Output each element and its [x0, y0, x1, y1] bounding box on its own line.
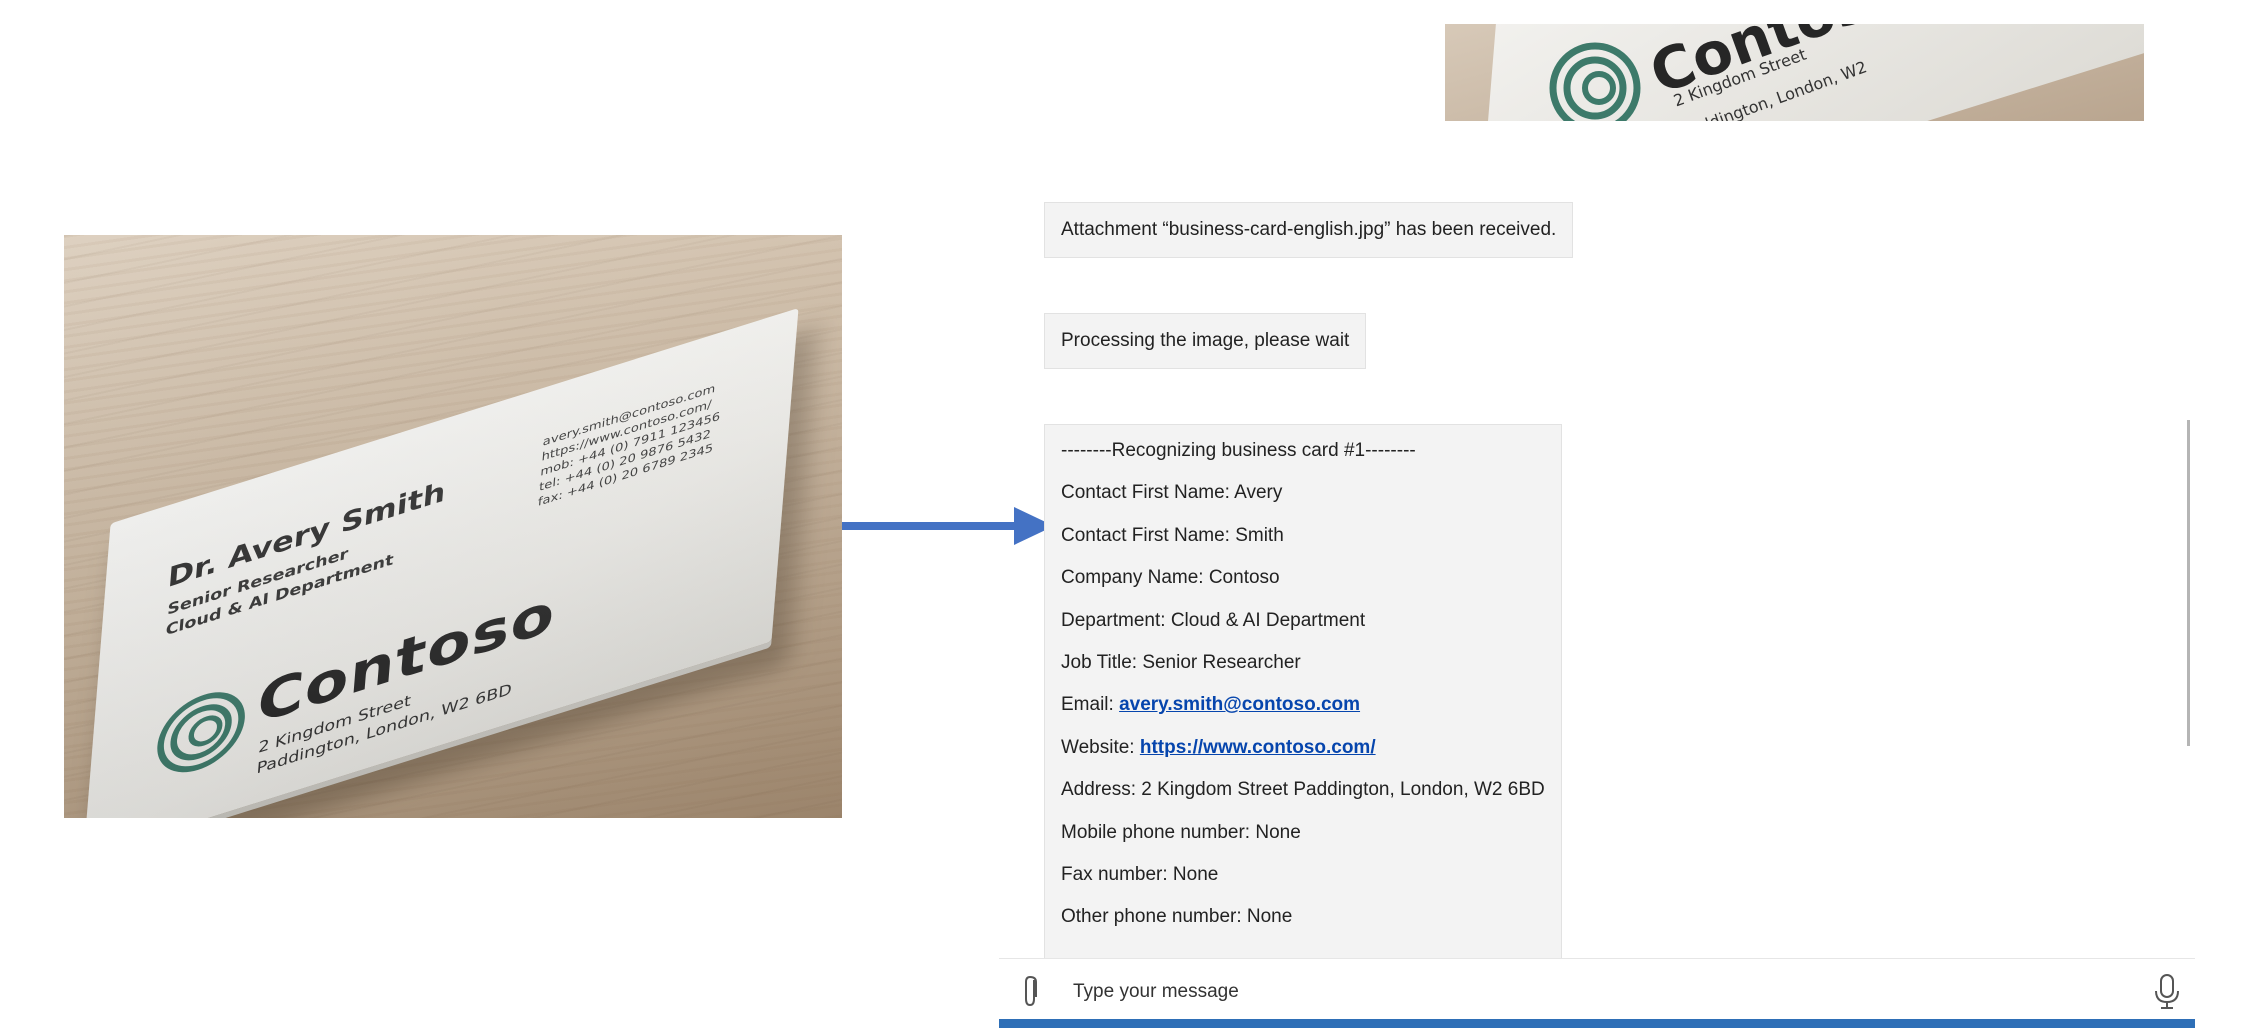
- result-mobile: Mobile phone number: None: [1061, 821, 1301, 843]
- result-first-name: Contact First Name: Avery: [1061, 482, 1283, 504]
- result-other-phone: Other phone number: None: [1061, 906, 1293, 928]
- paperclip-icon[interactable]: [1011, 971, 1051, 1011]
- result-email-label: Email:: [1061, 694, 1120, 716]
- message-input[interactable]: [1071, 971, 2075, 1013]
- result-company: Company Name: Contoso: [1061, 567, 1280, 589]
- business-card: Dr. Avery Smith Senior Researcher Cloud …: [83, 307, 799, 818]
- card-name: Dr. Avery Smith: [166, 474, 447, 594]
- microphone-icon[interactable]: [2149, 971, 2185, 1011]
- result-job-title: Job Title: Senior Researcher: [1061, 651, 1301, 673]
- contoso-logo-icon: [1549, 42, 1641, 121]
- attachment-received-message: Attachment “business-card-english.jpg” h…: [1044, 202, 1574, 258]
- processing-message: Processing the image, please wait: [1044, 313, 1367, 369]
- website-link[interactable]: https://www.contoso.com/: [1140, 737, 1376, 758]
- result-department: Department: Cloud & AI Department: [1061, 609, 1366, 631]
- progress-bar-fill: [999, 1019, 2195, 1028]
- email-link[interactable]: avery.smith@contoso.com: [1119, 694, 1360, 715]
- message-composer: [999, 958, 2195, 1023]
- contoso-logo-icon: [157, 692, 245, 773]
- result-address: Address: 2 Kingdom Street Paddington, Lo…: [1061, 779, 1545, 801]
- results-header: --------Recognizing business card #1----…: [1061, 440, 1416, 461]
- business-card-photo: Dr. Avery Smith Senior Researcher Cloud …: [64, 235, 842, 818]
- progress-bar: [999, 1019, 2195, 1028]
- recognition-results-message: --------Recognizing business card #1----…: [1044, 424, 1562, 959]
- result-last-name: Contact First Name: Smith: [1061, 524, 1284, 546]
- result-website-label: Website:: [1061, 736, 1140, 758]
- chat-pane: Contoso 2 Kingdom Street Paddington, Lon…: [999, 0, 2195, 1036]
- result-email: Email: avery.smith@contoso.com: [1061, 693, 1545, 735]
- result-fax: Fax number: None: [1061, 863, 1219, 885]
- result-website: Website: https://www.contoso.com/: [1061, 736, 1545, 778]
- previous-card-image[interactable]: Contoso 2 Kingdom Street Paddington, Lon…: [1445, 24, 2144, 121]
- chat-scrollbar[interactable]: [2187, 420, 2190, 746]
